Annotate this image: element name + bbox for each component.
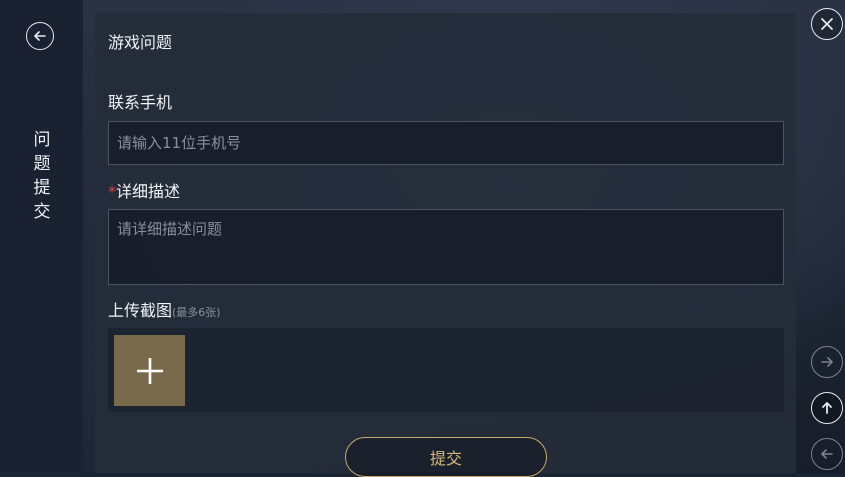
back-arrow-icon bbox=[34, 31, 46, 41]
sidebar-title-char: 交 bbox=[33, 202, 51, 222]
submit-button[interactable]: 提交 bbox=[345, 437, 547, 477]
next-button[interactable] bbox=[811, 346, 843, 378]
screenshot-upload-area bbox=[108, 328, 784, 412]
add-screenshot-button[interactable] bbox=[114, 335, 185, 406]
close-button[interactable] bbox=[811, 8, 843, 40]
sidebar-title-char: 题 bbox=[33, 154, 51, 174]
phone-label: 联系手机 bbox=[108, 93, 173, 112]
description-textarea[interactable] bbox=[108, 209, 784, 285]
upload-label: 上传截图(最多6张) bbox=[108, 297, 221, 321]
description-label-text: 详细描述 bbox=[116, 182, 181, 201]
required-mark: * bbox=[108, 182, 116, 201]
scroll-up-button[interactable] bbox=[811, 392, 843, 424]
arrow-up-icon bbox=[822, 402, 832, 414]
arrow-left-icon bbox=[821, 449, 833, 459]
phone-input[interactable] bbox=[108, 121, 784, 165]
plus-icon bbox=[136, 357, 163, 384]
sidebar-title-char: 提 bbox=[33, 178, 51, 198]
arrow-right-icon bbox=[821, 357, 833, 367]
category-title: 游戏问题 bbox=[108, 33, 173, 52]
sidebar: 问 题 提 交 bbox=[0, 0, 83, 473]
upload-label-text: 上传截图 bbox=[108, 301, 173, 320]
sidebar-title: 问 题 提 交 bbox=[28, 128, 56, 224]
close-icon bbox=[821, 18, 833, 30]
upload-hint: (最多6张) bbox=[172, 306, 221, 319]
description-label: *详细描述 bbox=[108, 178, 180, 202]
feedback-form-panel: 游戏问题 联系手机 *详细描述 上传截图(最多6张) 提交 bbox=[95, 13, 796, 477]
sidebar-title-char: 问 bbox=[33, 130, 51, 150]
back-button[interactable] bbox=[26, 22, 54, 50]
previous-button[interactable] bbox=[811, 438, 843, 470]
